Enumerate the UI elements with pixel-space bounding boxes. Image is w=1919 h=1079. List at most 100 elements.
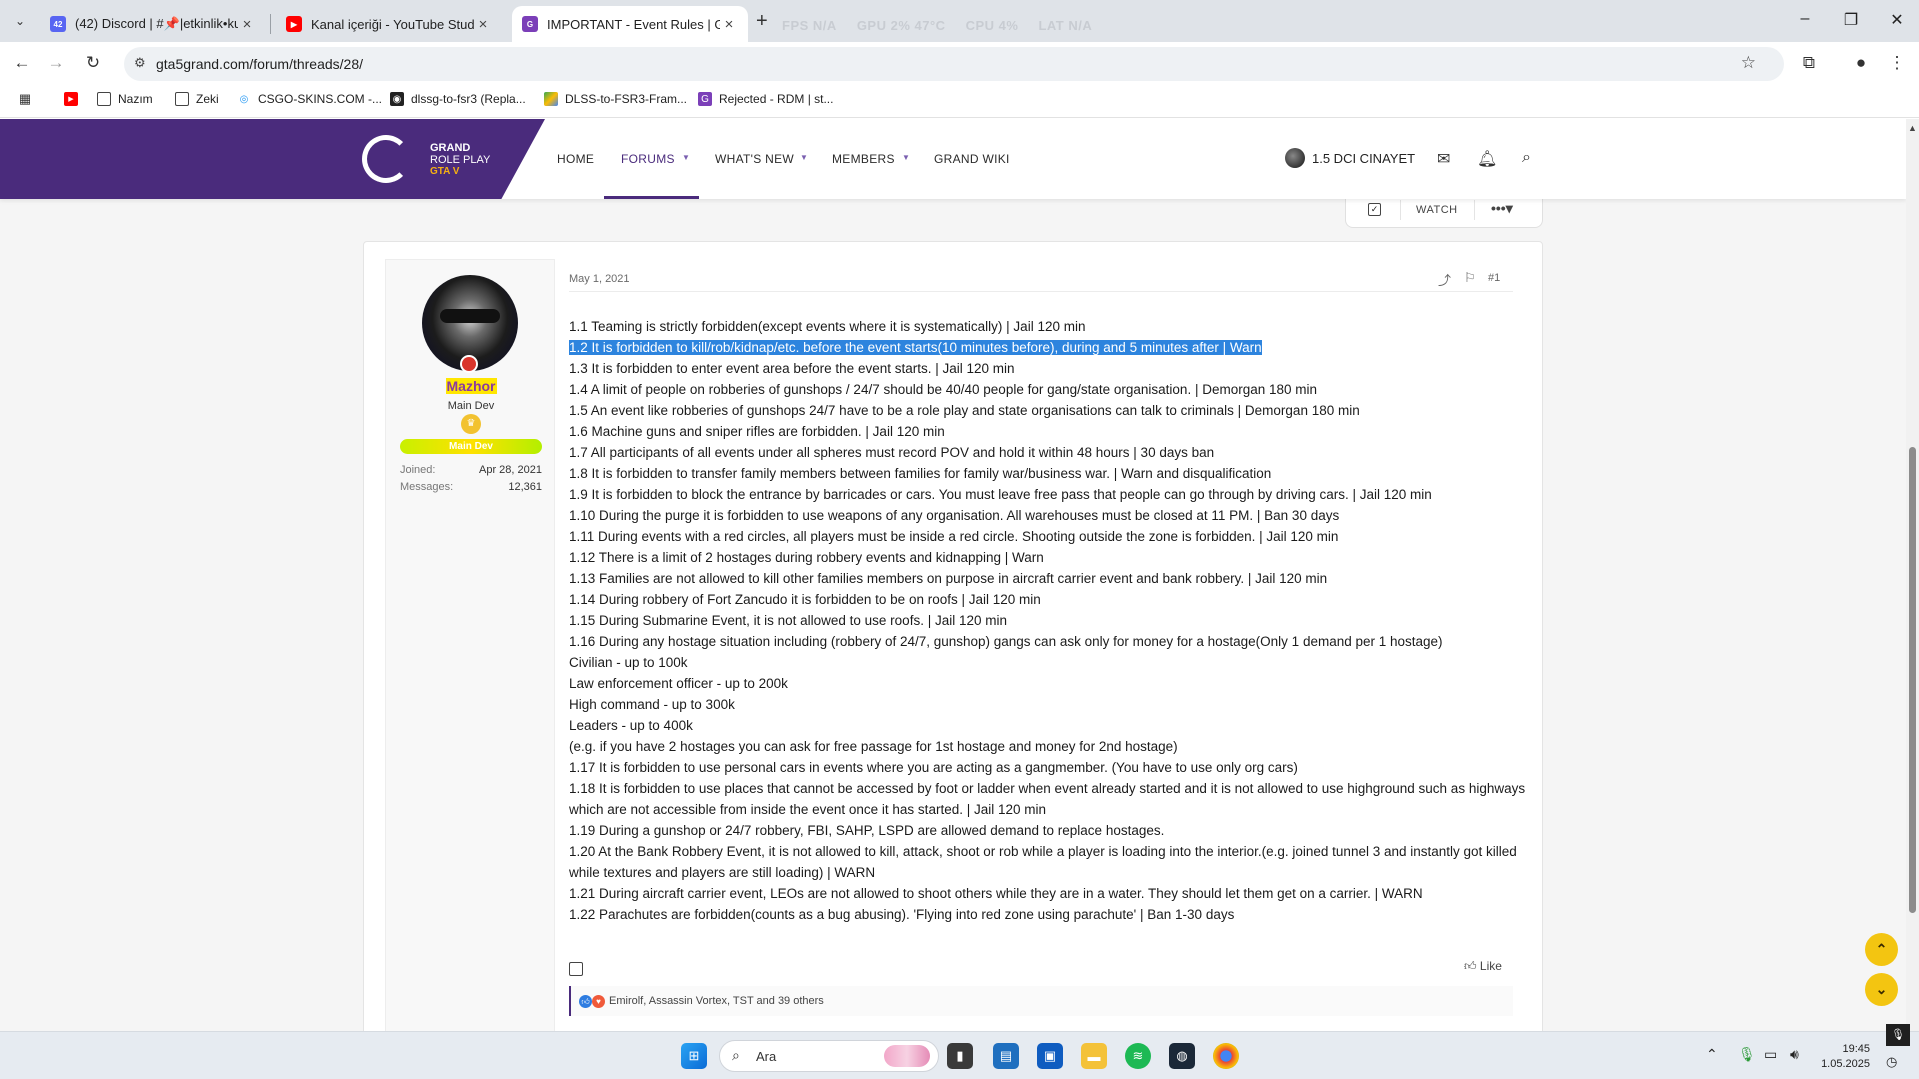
like-reaction-icon: 👍︎ (579, 995, 592, 1008)
bookmark-dlssg-to-fsr3[interactable]: ◉ dlssg-to-fsr3 (Repla... (390, 92, 526, 106)
rule-line: 1.14 During robbery of Fort Zancudo it i… (569, 592, 1041, 607)
windows-start-icon[interactable]: ⊞ (681, 1043, 707, 1069)
folder-icon (175, 92, 189, 106)
select-post-checkbox[interactable] (569, 962, 583, 976)
scroll-to-bottom-button[interactable]: ⌄ (1865, 973, 1898, 1006)
share-icon[interactable]: ⤴ (1438, 270, 1451, 289)
nav-grand-wiki[interactable]: GRAND WIKI (934, 152, 1010, 166)
tab-search-chevron-icon[interactable]: ⌄ (8, 9, 32, 33)
bookmark-youtube[interactable]: ▶ (64, 92, 85, 106)
post-card: Mazhor Main Dev ♛ Main Dev Joined: Apr 28… (363, 241, 1543, 1031)
select-checkbox-icon[interactable]: ✓ (1368, 203, 1381, 216)
nav-members[interactable]: MEMBERS (832, 152, 895, 166)
taskbar-clock[interactable]: 19:45 1.05.2025 (1818, 1042, 1870, 1072)
chrome-icon[interactable] (1213, 1043, 1239, 1069)
apps-grid-icon[interactable]: ▦ (18, 91, 39, 106)
microsoft-store-icon[interactable]: ▣ (1037, 1043, 1063, 1069)
bookmark-star-icon[interactable]: ☆ (1741, 53, 1756, 73)
extensions-icon[interactable]: ⧉ (1797, 51, 1821, 75)
crown-icon: ♛ (461, 414, 481, 434)
stat-messages: Messages: 12,361 (400, 481, 542, 493)
site-logo-text[interactable]: GRAND ROLE PLAY GTA V (430, 142, 490, 178)
tray-chevron-up-icon[interactable]: ⌃ (1706, 1046, 1718, 1063)
display-icon[interactable]: ▭ (1764, 1046, 1777, 1063)
bookmark-rejected-rdm[interactable]: G Rejected - RDM | st... (698, 92, 833, 106)
reactions-text[interactable]: Emirolf, Assassin Vortex, TST and 39 oth… (609, 995, 824, 1007)
scroll-up-arrow-icon[interactable]: ▲ (1908, 123, 1917, 133)
spotify-icon[interactable]: ≋ (1125, 1043, 1151, 1069)
chevron-down-icon[interactable]: ▼ (800, 153, 808, 162)
like-button[interactable]: 👍︎ Like (1464, 959, 1502, 974)
voice-mic-icon[interactable]: 🎙︎ (1886, 1024, 1910, 1046)
browser-tab-bar: ⌄ 42 (42) Discord | #📌|etkinlik•ku × ▶ K… (0, 0, 1919, 42)
rule-line: 1.7 All participants of all events under… (569, 445, 1215, 460)
divider (569, 291, 1513, 292)
rule-line: 1.2 It is forbidden to kill/rob/kidnap/e… (569, 337, 1529, 358)
github-icon: ◉ (390, 92, 404, 106)
close-icon[interactable]: × (474, 16, 492, 33)
perf-lat: LAT N/A (1038, 18, 1093, 33)
nav-whats-new[interactable]: WHAT'S NEW (715, 152, 794, 166)
minimize-icon[interactable]: – (1790, 10, 1820, 28)
author-title: Main Dev (447, 400, 495, 412)
post-number[interactable]: #1 (1488, 272, 1500, 284)
grand-logo-icon[interactable] (362, 135, 410, 183)
rule-line: 1.13 Families are not allowed to kill ot… (569, 571, 1328, 586)
watch-button[interactable]: WATCH (1416, 204, 1458, 216)
search-highlight-image (884, 1045, 930, 1067)
reactions-bar[interactable]: 👍︎ ♥ Emirolf, Assassin Vortex, TST and 3… (569, 986, 1513, 1016)
account-menu[interactable]: 1.5 DCI CINAYET (1285, 148, 1415, 168)
search-icon[interactable]: ⌕ (1522, 149, 1531, 167)
scroll-to-top-button[interactable]: ⌃ (1865, 933, 1898, 966)
restore-icon[interactable]: ❐ (1836, 10, 1866, 30)
thread-actions-bar: ✓ WATCH •••▾ (1345, 194, 1543, 228)
bookmark-csgo-skins[interactable]: ◎ CSGO-SKINS.COM -... (237, 92, 382, 106)
url-text[interactable]: gta5grand.com/forum/threads/28/ (156, 56, 363, 72)
bookmark-icon[interactable]: ⚐ (1464, 270, 1476, 286)
post-date[interactable]: May 1, 2021 (569, 273, 630, 285)
nav-forums[interactable]: FORUMS (621, 152, 675, 166)
scrollbar-thumb[interactable] (1909, 447, 1916, 913)
window-close-icon[interactable]: ✕ (1882, 10, 1912, 30)
tab-event-rules[interactable]: G IMPORTANT - Event Rules | Gra × (512, 6, 748, 42)
notifications-icon[interactable]: ◷ (1886, 1054, 1897, 1070)
new-tab-plus-icon[interactable]: + (756, 10, 768, 33)
rule-line: 1.10 During the purge it is forbidden to… (569, 508, 1340, 523)
rule-line: High command - up to 300k (569, 697, 735, 712)
nav-home[interactable]: HOME (557, 152, 594, 166)
site-info-icon[interactable]: ⚙ (134, 55, 146, 71)
perf-fps: FPS N/A (782, 18, 837, 33)
taskbar-search[interactable]: ⌕ Ara (719, 1040, 939, 1072)
divider (1400, 200, 1401, 220)
author-name[interactable]: Mazhor (386, 378, 556, 396)
tab-youtube-studio[interactable]: ▶ Kanal içeriği - YouTube Studio × (276, 6, 502, 42)
chevron-down-icon[interactable]: ▼ (682, 153, 690, 162)
bookmark-dlss-to-fsr3[interactable]: DLSS-to-FSR3-Fram... (544, 92, 687, 106)
steam-icon[interactable]: ◍ (1169, 1043, 1195, 1069)
tab-discord[interactable]: 42 (42) Discord | #📌|etkinlik•ku × (40, 6, 266, 42)
alerts-bell-icon[interactable]: 🔔︎ (1477, 149, 1497, 169)
back-arrow-icon[interactable]: ← (10, 51, 34, 75)
bookmark-folder-zeki[interactable]: Zeki (175, 92, 219, 106)
file-explorer-icon[interactable]: ▬ (1081, 1043, 1107, 1069)
page-scrollbar[interactable]: ▲ (1906, 119, 1919, 1031)
rule-line: 1.15 During Submarine Event, it is not a… (569, 613, 1007, 628)
close-icon[interactable]: × (238, 16, 256, 33)
more-options-icon[interactable]: •••▾ (1491, 200, 1513, 217)
task-view-icon[interactable]: ▮ (947, 1043, 973, 1069)
profile-avatar-icon[interactable]: ● (1849, 51, 1873, 75)
close-icon[interactable]: × (720, 16, 738, 33)
divider (1474, 200, 1475, 220)
volume-icon[interactable]: 🔊︎ (1790, 1046, 1799, 1063)
rule-line: 1.21 During aircraft carrier event, LEOs… (569, 886, 1423, 901)
widgets-icon[interactable]: ▤ (993, 1043, 1019, 1069)
reload-icon[interactable]: ↻ (81, 51, 105, 75)
status-badge-icon (460, 355, 478, 373)
microphone-icon[interactable]: 🎙︎ (1738, 1046, 1756, 1063)
chevron-down-icon[interactable]: ▼ (902, 153, 910, 162)
inbox-envelope-icon[interactable]: ✉ (1437, 149, 1450, 169)
forward-arrow-icon[interactable]: → (44, 51, 68, 75)
bookmark-folder-nazim[interactable]: Nazım (97, 92, 153, 106)
browser-menu-icon[interactable]: ⋮ (1885, 51, 1909, 75)
address-bar[interactable]: ⚙ gta5grand.com/forum/threads/28/ ☆ (124, 47, 1784, 81)
